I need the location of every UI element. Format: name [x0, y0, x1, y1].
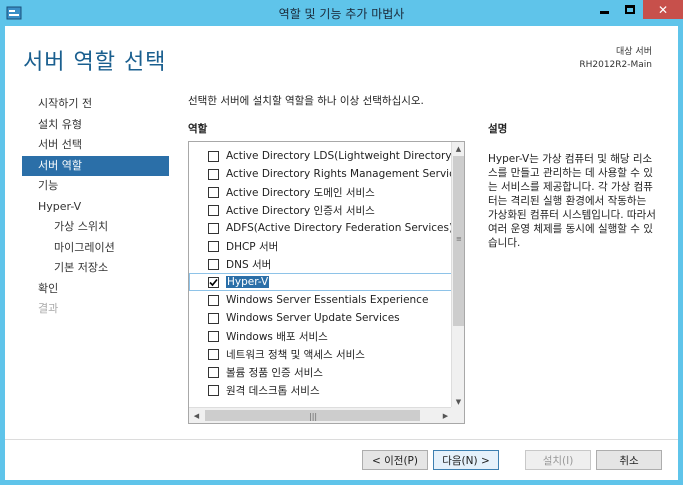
role-item[interactable]: Active Directory LDS(Lightweight Directo…: [189, 147, 452, 165]
page-title: 서버 역할 선택: [23, 50, 167, 75]
role-item[interactable]: Windows Server Essentials Experience: [189, 291, 452, 309]
role-item[interactable]: 원격 데스크톱 서비스: [189, 381, 452, 399]
nav-item-before-you-begin[interactable]: 시작하기 전: [22, 94, 169, 115]
wizard-nav: 시작하기 전 설치 유형 서버 선택 서버 역할 기능 Hyper-V 가상 스…: [22, 94, 169, 320]
checkbox[interactable]: [208, 348, 219, 360]
nav-item-server-selection[interactable]: 서버 선택: [22, 135, 169, 156]
wizard-body: 서버 역할 선택 대상 서버 RH2012R2-Main 시작하기 전 설치 유…: [5, 26, 678, 480]
scroll-left-icon[interactable]: ◀: [190, 409, 203, 422]
role-item[interactable]: ADFS(Active Directory Federation Service…: [189, 219, 452, 237]
nav-item-hyper-v[interactable]: Hyper-V: [22, 197, 169, 218]
checkbox[interactable]: [208, 240, 219, 252]
role-item[interactable]: Windows 배포 서비스: [189, 327, 452, 345]
footer-divider: [5, 439, 678, 440]
role-label: 원격 데스크톱 서비스: [226, 384, 320, 397]
role-label: Active Directory Rights Management Servi…: [226, 168, 452, 180]
install-button: 설치(I): [525, 450, 591, 470]
horizontal-scrollbar[interactable]: ◀ ||| ▶: [189, 407, 452, 423]
close-icon: ✕: [657, 2, 669, 17]
role-item[interactable]: Windows Server Update Services: [189, 309, 452, 327]
checkbox[interactable]: [208, 168, 219, 180]
role-label: ADFS(Active Directory Federation Service…: [226, 222, 452, 234]
roles-list[interactable]: Active Directory LDS(Lightweight Directo…: [188, 141, 465, 424]
role-item[interactable]: DHCP 서버: [189, 237, 452, 255]
maximize-button[interactable]: [617, 0, 643, 19]
role-label: Windows 배포 서비스: [226, 330, 328, 343]
nav-item-results: 결과: [38, 302, 59, 315]
maximize-icon: [625, 5, 635, 14]
checkbox[interactable]: [208, 186, 219, 198]
role-item[interactable]: DNS 서버: [189, 255, 452, 273]
roles-list-items: Active Directory LDS(Lightweight Directo…: [189, 147, 452, 399]
instruction-text: 선택한 서버에 설치할 역할을 하나 이상 선택하십시오.: [188, 95, 424, 107]
role-label: Active Directory LDS(Lightweight Directo…: [226, 150, 452, 162]
role-label: Windows Server Essentials Experience: [226, 294, 429, 306]
scroll-up-icon[interactable]: ▲: [452, 142, 464, 155]
next-button[interactable]: 다음(N) >: [433, 450, 499, 470]
horizontal-scroll-thumb[interactable]: |||: [205, 410, 420, 421]
checkmark-icon: [209, 278, 218, 286]
target-server-label: 대상 서버: [616, 47, 652, 57]
checkbox[interactable]: [208, 384, 219, 396]
checkbox[interactable]: [208, 294, 219, 306]
checkbox[interactable]: [208, 312, 219, 324]
role-label: Windows Server Update Services: [226, 312, 400, 324]
role-description: Hyper-V는 가상 컴퓨터 및 해당 리소스를 만들고 관리하는 데 사용할…: [488, 153, 656, 249]
description-header: 설명: [488, 123, 508, 135]
minimize-button[interactable]: [591, 0, 617, 19]
checkbox[interactable]: [208, 366, 219, 378]
nav-item-confirmation[interactable]: 확인: [22, 279, 169, 300]
role-item[interactable]: Active Directory 인증서 서비스: [189, 201, 452, 219]
window-title: 역할 및 기능 추가 마법사: [278, 7, 405, 21]
vertical-scrollbar[interactable]: ▲ ≡ ▼: [451, 142, 464, 408]
role-label: 볼륨 정품 인증 서비스: [226, 366, 323, 379]
target-server-info: 대상 서버 RH2012R2-Main: [579, 46, 652, 72]
role-item[interactable]: 볼륨 정품 인증 서비스: [189, 363, 452, 381]
close-button[interactable]: ✕: [643, 0, 683, 19]
role-label: Active Directory 도메인 서비스: [226, 186, 375, 199]
grip-icon: ≡: [456, 235, 462, 243]
checkbox[interactable]: [208, 330, 219, 342]
checkbox[interactable]: [208, 150, 219, 162]
checkbox[interactable]: [208, 222, 219, 234]
role-item[interactable]: Active Directory Rights Management Servi…: [189, 165, 452, 183]
target-server-name: RH2012R2-Main: [579, 60, 652, 70]
role-label: Hyper-V: [226, 276, 270, 288]
role-label: 네트워크 정책 및 액세스 서비스: [226, 348, 365, 361]
nav-item-default-stores[interactable]: 기본 저장소: [22, 258, 169, 279]
vertical-scroll-thumb[interactable]: ≡: [453, 156, 464, 326]
nav-item-features[interactable]: 기능: [22, 176, 169, 197]
title-bar: 역할 및 기능 추가 마법사 ✕: [0, 0, 683, 26]
previous-button[interactable]: < 이전(P): [362, 450, 428, 470]
role-label: DHCP 서버: [226, 240, 279, 253]
nav-item-migration[interactable]: 마이그레이션: [22, 238, 169, 259]
nav-item-installation-type[interactable]: 설치 유형: [22, 115, 169, 136]
scrollbar-corner: [451, 407, 464, 423]
role-item[interactable]: Hyper-V: [189, 273, 452, 291]
nav-item-server-roles[interactable]: 서버 역할: [22, 155, 169, 176]
checkbox-checked[interactable]: [208, 276, 219, 288]
minimize-icon: [599, 11, 609, 14]
nav-item-virtual-switches[interactable]: 가상 스위치: [22, 217, 169, 238]
role-item[interactable]: 네트워크 정책 및 액세스 서비스: [189, 345, 452, 363]
roles-header: 역할: [188, 123, 208, 135]
checkbox[interactable]: [208, 258, 219, 270]
role-label: DNS 서버: [226, 258, 272, 271]
grip-icon: |||: [309, 412, 318, 421]
role-label: Active Directory 인증서 서비스: [226, 204, 375, 217]
cancel-button[interactable]: 취소: [596, 450, 662, 470]
checkbox[interactable]: [208, 204, 219, 216]
role-item[interactable]: Active Directory 도메인 서비스: [189, 183, 452, 201]
